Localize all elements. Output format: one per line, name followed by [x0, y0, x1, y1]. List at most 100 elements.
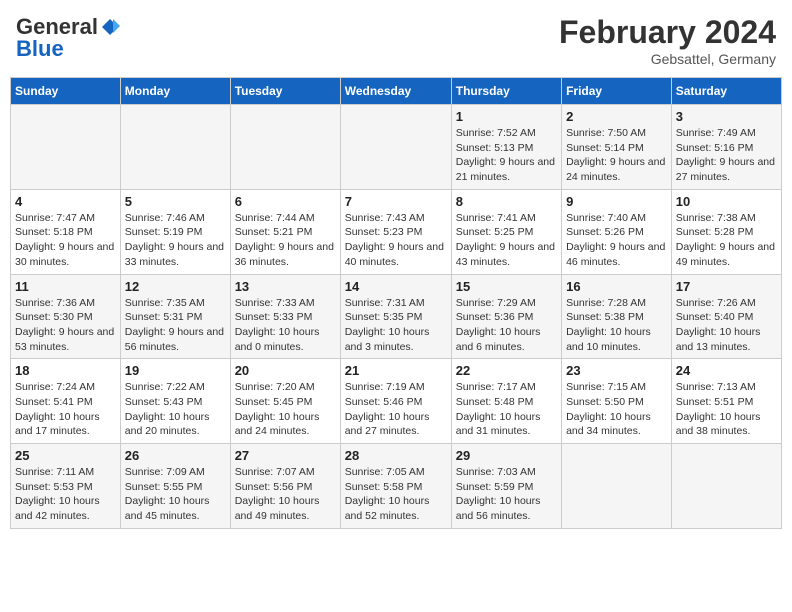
calendar-cell: 21 Sunrise: 7:19 AMSunset: 5:46 PMDayligh… — [340, 359, 451, 444]
day-number: 16 — [566, 279, 667, 294]
day-info: Sunrise: 7:47 AMSunset: 5:18 PMDaylight:… — [15, 211, 116, 270]
day-info: Sunrise: 7:31 AMSunset: 5:35 PMDaylight:… — [345, 296, 447, 355]
day-number: 21 — [345, 363, 447, 378]
day-info: Sunrise: 7:24 AMSunset: 5:41 PMDaylight:… — [15, 380, 116, 439]
day-info: Sunrise: 7:05 AMSunset: 5:58 PMDaylight:… — [345, 465, 447, 524]
day-number: 8 — [456, 194, 557, 209]
weekday-header-tuesday: Tuesday — [230, 78, 340, 105]
calendar-cell: 28 Sunrise: 7:05 AMSunset: 5:58 PMDayligh… — [340, 444, 451, 529]
calendar-cell — [340, 105, 451, 190]
day-number: 12 — [125, 279, 226, 294]
day-info: Sunrise: 7:26 AMSunset: 5:40 PMDaylight:… — [676, 296, 777, 355]
logo-blue-text: Blue — [16, 36, 64, 62]
day-number: 27 — [235, 448, 336, 463]
day-number: 19 — [125, 363, 226, 378]
calendar-cell — [230, 105, 340, 190]
weekday-header-thursday: Thursday — [451, 78, 561, 105]
calendar-cell: 4 Sunrise: 7:47 AMSunset: 5:18 PMDaylight… — [11, 189, 121, 274]
day-info: Sunrise: 7:13 AMSunset: 5:51 PMDaylight:… — [676, 380, 777, 439]
calendar-cell — [562, 444, 672, 529]
calendar-cell: 16 Sunrise: 7:28 AMSunset: 5:38 PMDayligh… — [562, 274, 672, 359]
calendar-cell: 15 Sunrise: 7:29 AMSunset: 5:36 PMDayligh… — [451, 274, 561, 359]
calendar-header-row: SundayMondayTuesdayWednesdayThursdayFrid… — [11, 78, 782, 105]
day-number: 28 — [345, 448, 447, 463]
calendar-cell — [120, 105, 230, 190]
calendar-cell: 14Sunrise: 7:31 AMSunset: 5:35 PMDayligh… — [340, 274, 451, 359]
day-info: Sunrise: 7:03 AMSunset: 5:59 PMDaylight:… — [456, 465, 557, 524]
weekday-header-saturday: Saturday — [671, 78, 781, 105]
day-info: Sunrise: 7:29 AMSunset: 5:36 PMDaylight:… — [456, 296, 557, 355]
calendar-week-4: 18 Sunrise: 7:24 AMSunset: 5:41 PMDayligh… — [11, 359, 782, 444]
calendar-week-1: 1 Sunrise: 7:52 AMSunset: 5:13 PMDaylight… — [11, 105, 782, 190]
location-subtitle: Gebsattel, Germany — [559, 51, 776, 67]
weekday-header-sunday: Sunday — [11, 78, 121, 105]
calendar-cell: 6 Sunrise: 7:44 AMSunset: 5:21 PMDaylight… — [230, 189, 340, 274]
day-info: Sunrise: 7:11 AMSunset: 5:53 PMDaylight:… — [15, 465, 116, 524]
calendar-cell: 29 Sunrise: 7:03 AMSunset: 5:59 PMDayligh… — [451, 444, 561, 529]
day-number: 2 — [566, 109, 667, 124]
weekday-header-monday: Monday — [120, 78, 230, 105]
day-number: 5 — [125, 194, 226, 209]
calendar-cell: 25Sunrise: 7:11 AMSunset: 5:53 PMDayligh… — [11, 444, 121, 529]
day-info: Sunrise: 7:46 AMSunset: 5:19 PMDaylight:… — [125, 211, 226, 270]
day-info: Sunrise: 7:15 AMSunset: 5:50 PMDaylight:… — [566, 380, 667, 439]
day-number: 13 — [235, 279, 336, 294]
day-info: Sunrise: 7:33 AMSunset: 5:33 PMDaylight:… — [235, 296, 336, 355]
calendar-cell: 2 Sunrise: 7:50 AMSunset: 5:14 PMDaylight… — [562, 105, 672, 190]
month-year-title: February 2024 — [559, 14, 776, 51]
calendar-cell: 12 Sunrise: 7:35 AMSunset: 5:31 PMDayligh… — [120, 274, 230, 359]
day-info: Sunrise: 7:19 AMSunset: 5:46 PMDaylight:… — [345, 380, 447, 439]
day-number: 7 — [345, 194, 447, 209]
day-number: 22 — [456, 363, 557, 378]
calendar-cell: 11 Sunrise: 7:36 AMSunset: 5:30 PMDayligh… — [11, 274, 121, 359]
day-info: Sunrise: 7:41 AMSunset: 5:25 PMDaylight:… — [456, 211, 557, 270]
calendar-cell: 17 Sunrise: 7:26 AMSunset: 5:40 PMDayligh… — [671, 274, 781, 359]
calendar-cell: 18 Sunrise: 7:24 AMSunset: 5:41 PMDayligh… — [11, 359, 121, 444]
calendar-cell: 5 Sunrise: 7:46 AMSunset: 5:19 PMDaylight… — [120, 189, 230, 274]
day-number: 6 — [235, 194, 336, 209]
day-number: 20 — [235, 363, 336, 378]
calendar-cell: 26Sunrise: 7:09 AMSunset: 5:55 PMDayligh… — [120, 444, 230, 529]
day-number: 15 — [456, 279, 557, 294]
day-number: 18 — [15, 363, 116, 378]
day-number: 1 — [456, 109, 557, 124]
day-info: Sunrise: 7:38 AMSunset: 5:28 PMDaylight:… — [676, 211, 777, 270]
calendar-cell — [671, 444, 781, 529]
logo-icon — [100, 17, 120, 37]
day-info: Sunrise: 7:49 AMSunset: 5:16 PMDaylight:… — [676, 126, 777, 185]
day-number: 23 — [566, 363, 667, 378]
day-number: 26 — [125, 448, 226, 463]
calendar-cell: 20 Sunrise: 7:20 AMSunset: 5:45 PMDayligh… — [230, 359, 340, 444]
day-number: 11 — [15, 279, 116, 294]
day-info: Sunrise: 7:17 AMSunset: 5:48 PMDaylight:… — [456, 380, 557, 439]
day-info: Sunrise: 7:28 AMSunset: 5:38 PMDaylight:… — [566, 296, 667, 355]
day-info: Sunrise: 7:44 AMSunset: 5:21 PMDaylight:… — [235, 211, 336, 270]
calendar-cell: 24 Sunrise: 7:13 AMSunset: 5:51 PMDayligh… — [671, 359, 781, 444]
day-number: 24 — [676, 363, 777, 378]
calendar-cell: 23 Sunrise: 7:15 AMSunset: 5:50 PMDayligh… — [562, 359, 672, 444]
calendar-cell: 13 Sunrise: 7:33 AMSunset: 5:33 PMDayligh… — [230, 274, 340, 359]
calendar-week-5: 25Sunrise: 7:11 AMSunset: 5:53 PMDayligh… — [11, 444, 782, 529]
calendar-cell: 7Sunrise: 7:43 AMSunset: 5:23 PMDaylight… — [340, 189, 451, 274]
calendar-week-3: 11 Sunrise: 7:36 AMSunset: 5:30 PMDayligh… — [11, 274, 782, 359]
calendar-cell: 8 Sunrise: 7:41 AMSunset: 5:25 PMDaylight… — [451, 189, 561, 274]
weekday-header-friday: Friday — [562, 78, 672, 105]
day-info: Sunrise: 7:50 AMSunset: 5:14 PMDaylight:… — [566, 126, 667, 185]
day-info: Sunrise: 7:36 AMSunset: 5:30 PMDaylight:… — [15, 296, 116, 355]
day-number: 4 — [15, 194, 116, 209]
calendar-cell: 3Sunrise: 7:49 AMSunset: 5:16 PMDaylight… — [671, 105, 781, 190]
calendar-cell: 10 Sunrise: 7:38 AMSunset: 5:28 PMDayligh… — [671, 189, 781, 274]
day-info: Sunrise: 7:52 AMSunset: 5:13 PMDaylight:… — [456, 126, 557, 185]
calendar-cell — [11, 105, 121, 190]
day-info: Sunrise: 7:35 AMSunset: 5:31 PMDaylight:… — [125, 296, 226, 355]
day-info: Sunrise: 7:40 AMSunset: 5:26 PMDaylight:… — [566, 211, 667, 270]
calendar-cell: 1 Sunrise: 7:52 AMSunset: 5:13 PMDaylight… — [451, 105, 561, 190]
day-number: 29 — [456, 448, 557, 463]
day-number: 10 — [676, 194, 777, 209]
day-number: 17 — [676, 279, 777, 294]
logo: General Blue — [16, 14, 120, 62]
title-block: February 2024 Gebsattel, Germany — [559, 14, 776, 67]
page-header: General Blue February 2024 Gebsattel, Ge… — [10, 10, 782, 71]
day-info: Sunrise: 7:07 AMSunset: 5:56 PMDaylight:… — [235, 465, 336, 524]
day-info: Sunrise: 7:20 AMSunset: 5:45 PMDaylight:… — [235, 380, 336, 439]
